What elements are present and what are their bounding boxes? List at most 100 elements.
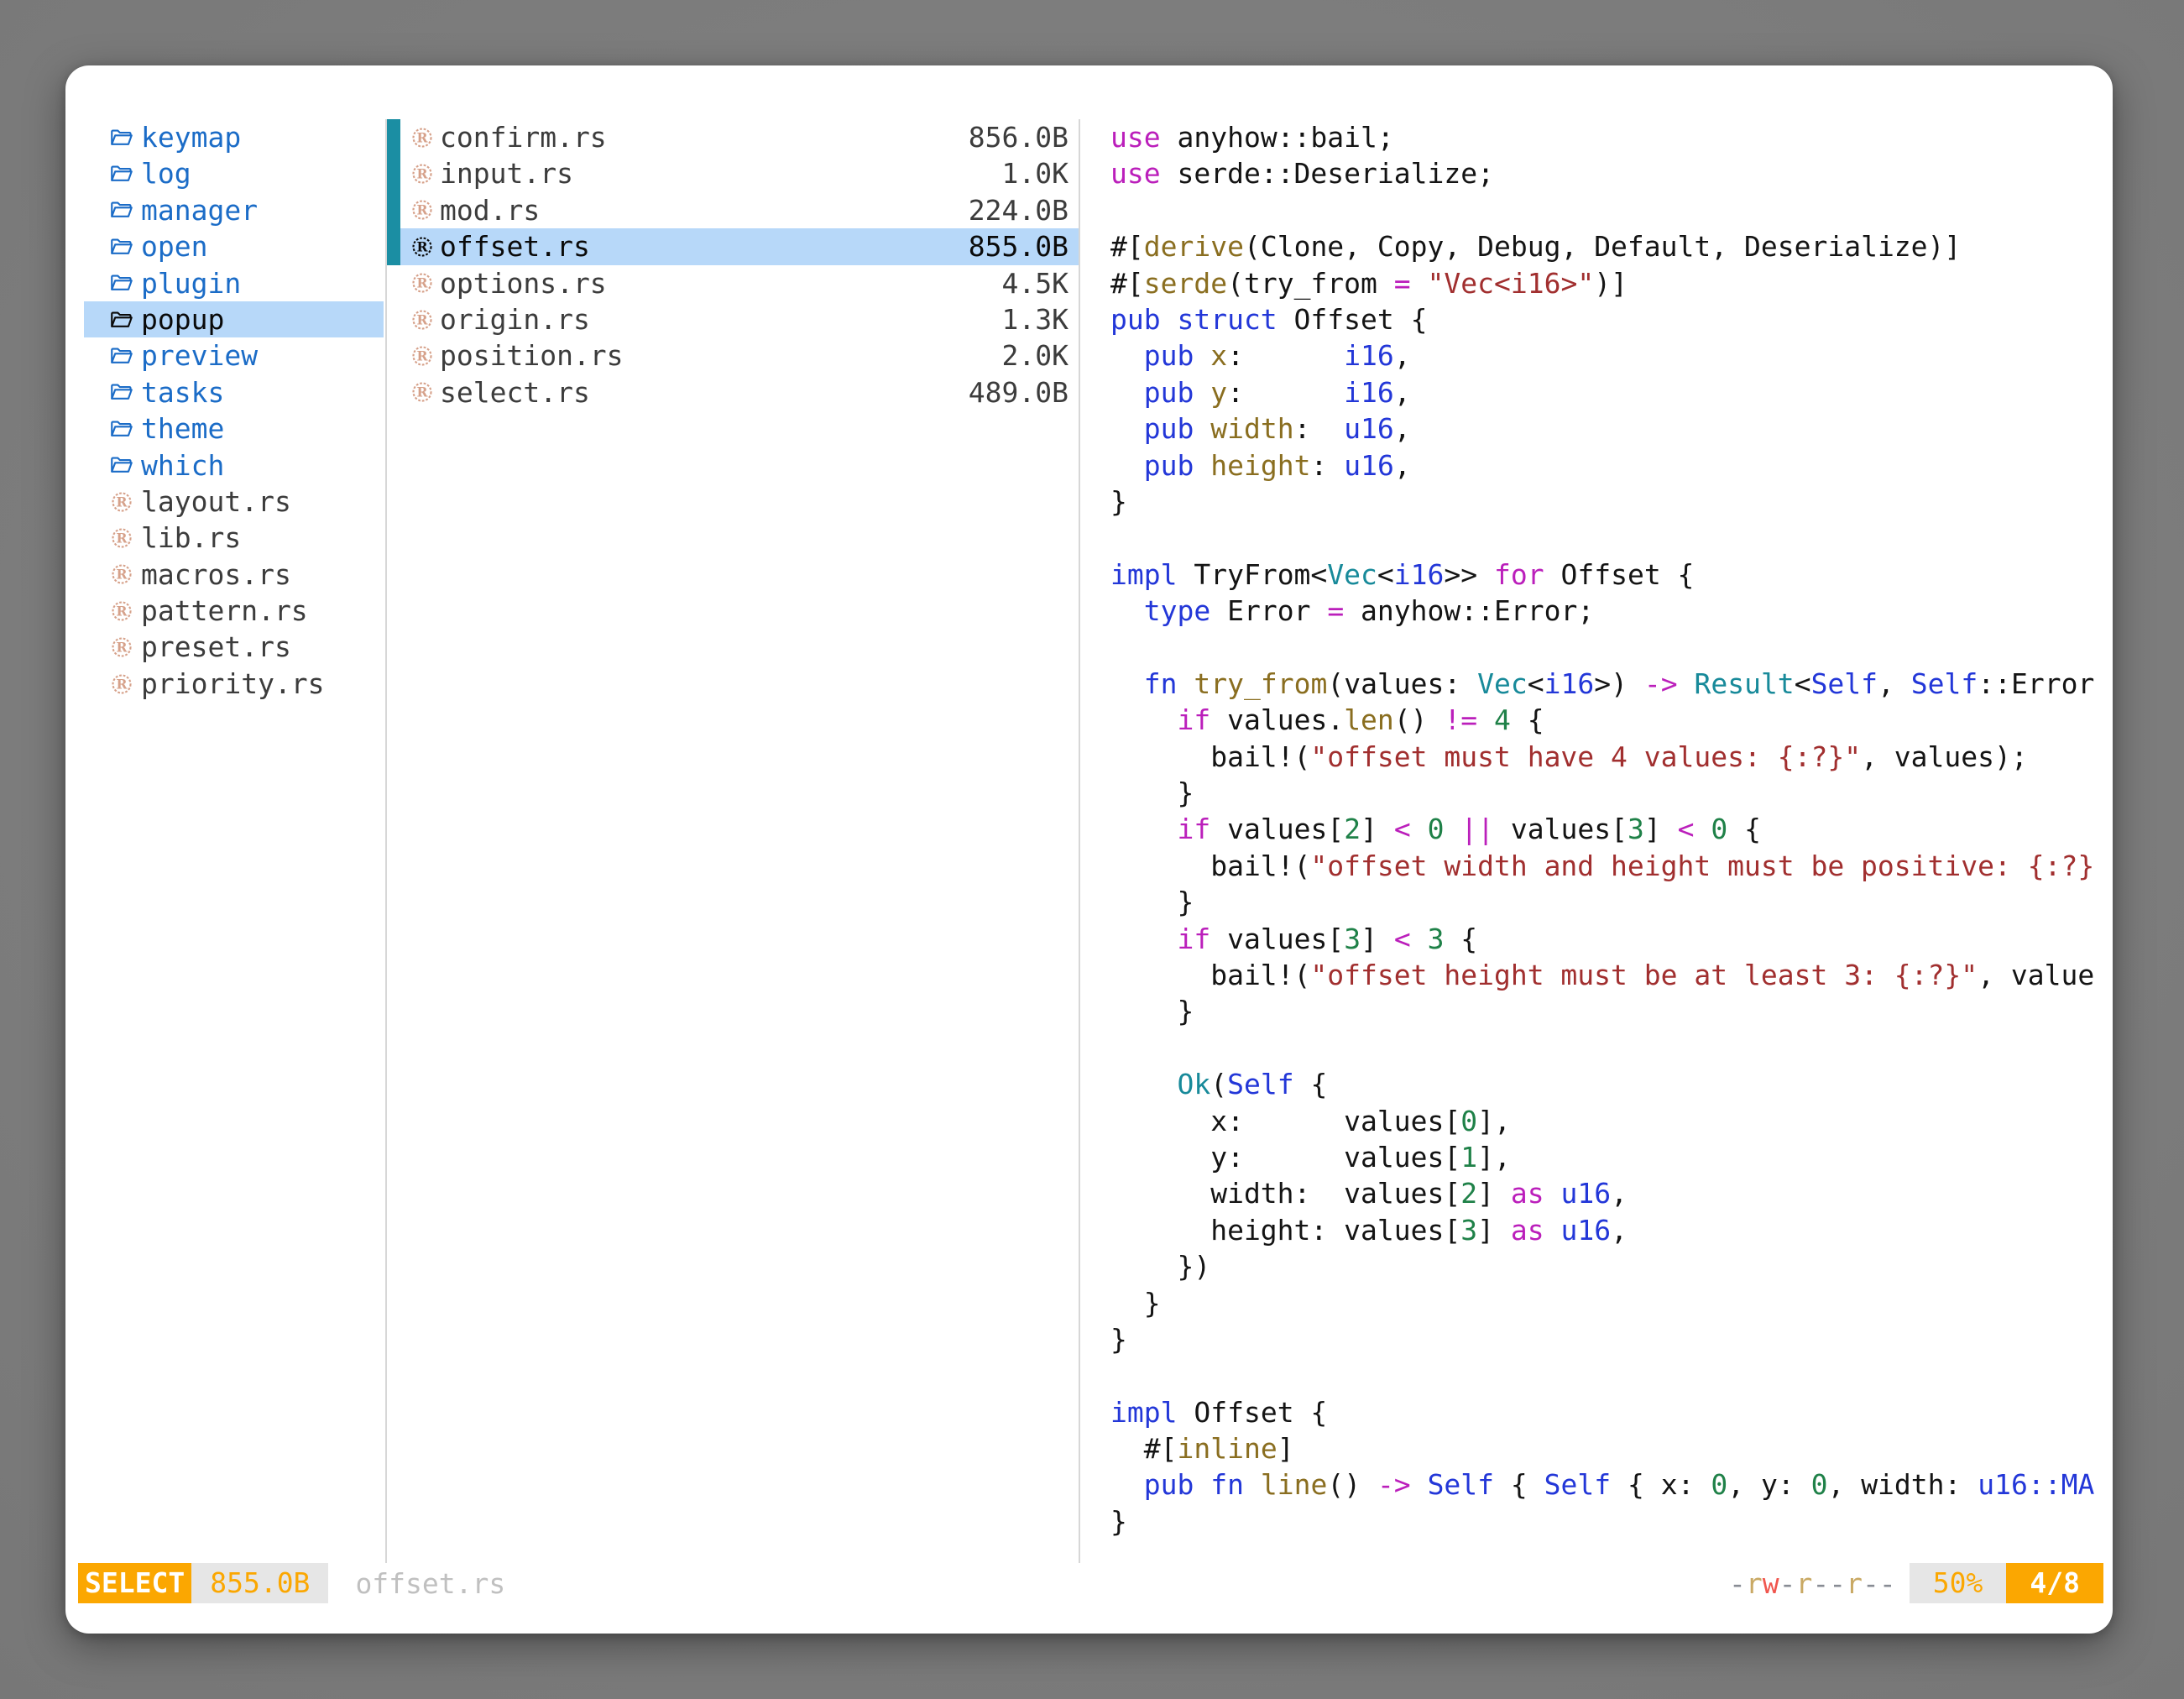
sidebar-item-pattern-rs[interactable]: Rpattern.rs — [84, 593, 384, 629]
code-line: pub x: i16, — [1110, 337, 2113, 374]
rust-file-icon: R — [410, 125, 435, 150]
code-line: bail!("offset width and height must be p… — [1110, 848, 2113, 884]
rust-file-icon: R — [410, 161, 435, 186]
sidebar-item-lib-rs[interactable]: Rlib.rs — [84, 520, 384, 556]
selection-marker-bar — [387, 119, 400, 155]
selection-marker-slot — [387, 374, 400, 410]
sidebar-item-label: which — [141, 447, 224, 484]
sidebar-item-preset-rs[interactable]: Rpreset.rs — [84, 629, 384, 665]
scroll-percent-chip: 50% — [1910, 1563, 2007, 1603]
folder-icon — [109, 379, 134, 405]
code-line: impl Offset { — [1110, 1394, 2113, 1430]
file-row-input-rs[interactable]: Rinput.rs1.0K — [387, 155, 1079, 191]
file-size: 1.0K — [1002, 155, 1068, 191]
sidebar-item-priority-rs[interactable]: Rpriority.rs — [84, 666, 384, 702]
sidebar-item-label: keymap — [141, 119, 241, 155]
folder-icon — [109, 125, 134, 150]
code-line: #[inline] — [1110, 1430, 2113, 1466]
sidebar-item-label: macros.rs — [141, 557, 291, 593]
code-line: impl TryFrom<Vec<i16>> for Offset { — [1110, 557, 2113, 593]
file-row-select-rs[interactable]: Rselect.rs 489.0B — [387, 374, 1079, 410]
file-row-confirm-rs[interactable]: Rconfirm.rs856.0B — [387, 119, 1079, 155]
code-line: } — [1110, 1285, 2113, 1321]
sidebar-item-log[interactable]: log — [84, 155, 384, 191]
sidebar-item-layout-rs[interactable]: Rlayout.rs — [84, 484, 384, 520]
file-size: 489.0B — [969, 374, 1068, 410]
file-row-options-rs[interactable]: Roptions.rs4.5K — [387, 265, 1079, 301]
mode-badge: SELECT — [78, 1563, 191, 1603]
sidebar-item-label: popup — [141, 301, 224, 337]
rust-file-icon: R — [109, 525, 134, 551]
rust-file-icon: R — [109, 562, 134, 587]
selection-marker-bar — [387, 155, 400, 191]
folder-icon — [109, 343, 134, 369]
sidebar-item-manager[interactable]: manager — [84, 192, 384, 228]
code-line: pub fn line() -> Self { Self { x: 0, y: … — [1110, 1466, 2113, 1503]
svg-text:R: R — [117, 640, 128, 656]
code-line: bail!("offset must have 4 values: {:?}",… — [1110, 739, 2113, 775]
file-row-body: Roffset.rs855.0B — [400, 228, 1079, 264]
code-line: bail!("offset height must be at least 3:… — [1110, 957, 2113, 993]
sidebar-item-keymap[interactable]: keymap — [84, 119, 384, 155]
code-line — [1110, 520, 2113, 556]
sidebar-item-plugin[interactable]: plugin — [84, 265, 384, 301]
file-name: mod.rs — [440, 192, 540, 228]
file-size: 2.0K — [1002, 337, 1068, 374]
file-name: select.rs — [440, 374, 590, 410]
sidebar-item-label: manager — [141, 192, 258, 228]
file-name: options.rs — [440, 265, 607, 301]
folder-icon — [109, 161, 134, 186]
sidebar-item-macros-rs[interactable]: Rmacros.rs — [84, 557, 384, 593]
sidebar-item-tasks[interactable]: tasks — [84, 374, 384, 410]
file-permissions: -rw-r--r-- — [1729, 1567, 1896, 1600]
sidebar-item-popup[interactable]: popup — [84, 301, 384, 337]
status-filename: offset.rs — [355, 1567, 505, 1600]
file-size: 1.3K — [1002, 301, 1068, 337]
svg-text:R: R — [417, 311, 429, 327]
code-line: } — [1110, 1321, 2113, 1357]
svg-text:R: R — [117, 676, 128, 692]
selection-marker-bar — [387, 228, 400, 264]
sidebar-item-label: lib.rs — [141, 520, 241, 556]
code-line — [1110, 1357, 2113, 1393]
sidebar-item-preview[interactable]: preview — [84, 337, 384, 374]
code-line: } — [1110, 1503, 2113, 1540]
svg-text:R: R — [117, 567, 128, 583]
code-line: type Error = anyhow::Error; — [1110, 593, 2113, 629]
yazi-file-manager-window: keymaplogmanageropenpluginpopuppreviewta… — [65, 65, 2113, 1634]
file-row-offset-rs[interactable]: Roffset.rs855.0B — [387, 228, 1079, 264]
sidebar-item-which[interactable]: which — [84, 447, 384, 484]
sidebar-item-theme[interactable]: theme — [84, 410, 384, 447]
code-line: } — [1110, 775, 2113, 811]
code-line: Ok(Self { — [1110, 1066, 2113, 1102]
code-line: use anyhow::bail; — [1110, 119, 2113, 155]
file-size: 856.0B — [969, 119, 1068, 155]
file-row-body: Rconfirm.rs856.0B — [400, 119, 1079, 155]
parent-directory-pane: keymaplogmanageropenpluginpopuppreviewta… — [65, 119, 385, 1563]
file-row-body: Rselect.rs 489.0B — [400, 374, 1079, 410]
rust-file-icon: R — [410, 197, 435, 222]
file-row-origin-rs[interactable]: Rorigin.rs1.3K — [387, 301, 1079, 337]
code-line: pub width: u16, — [1110, 410, 2113, 447]
code-line: if values[2] < 0 || values[3] < 0 { — [1110, 811, 2113, 847]
file-row-position-rs[interactable]: Rposition.rs 2.0K — [387, 337, 1079, 374]
svg-text:R: R — [417, 384, 429, 400]
rust-file-icon: R — [410, 379, 435, 405]
code-line: x: values[0], — [1110, 1103, 2113, 1139]
file-preview-pane: use anyhow::bail;use serde::Deserialize;… — [1080, 119, 2113, 1563]
sidebar-item-label: priority.rs — [141, 666, 325, 702]
sidebar-item-open[interactable]: open — [84, 228, 384, 264]
svg-text:R: R — [417, 348, 429, 364]
svg-text:R: R — [417, 202, 429, 218]
file-row-body: Rorigin.rs1.3K — [400, 301, 1079, 337]
code-line — [1110, 629, 2113, 665]
code-line — [1110, 1030, 2113, 1066]
file-name: position.rs — [440, 337, 624, 374]
file-row-mod-rs[interactable]: Rmod.rs224.0B — [387, 192, 1079, 228]
file-row-body: Rinput.rs1.0K — [400, 155, 1079, 191]
code-line: if values[3] < 3 { — [1110, 921, 2113, 957]
rust-file-icon: R — [410, 234, 435, 259]
folder-icon — [109, 307, 134, 332]
svg-text:R: R — [117, 603, 128, 619]
rust-file-icon: R — [109, 672, 134, 697]
